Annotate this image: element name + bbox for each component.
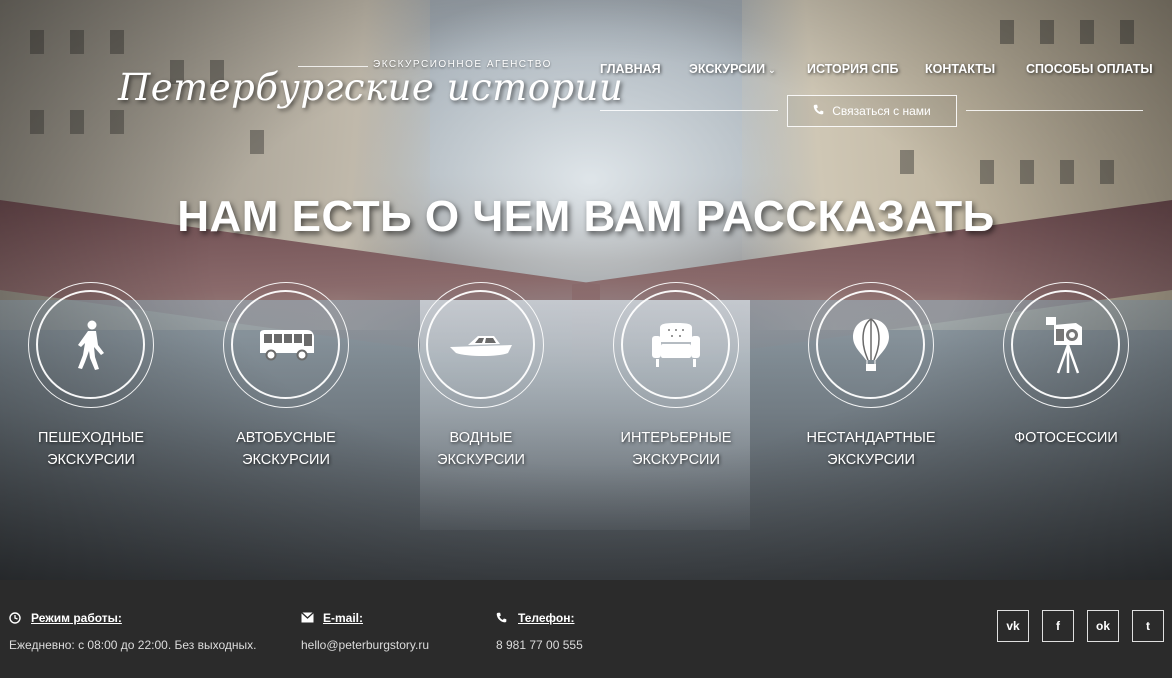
- category-bus[interactable]: АВТОБУСНЫЕ ЭКСКУРСИИ: [201, 282, 371, 471]
- vintage-camera-icon: [1045, 316, 1082, 373]
- footer-phone: Телефон: 8 981 77 00 555: [496, 611, 583, 652]
- category-label-line1: ВОДНЫЕ: [449, 430, 513, 446]
- chevron-down-icon: ⌄: [768, 65, 776, 75]
- category-label-line1: ПЕШЕХОДНЫЕ: [37, 430, 144, 446]
- email-title: E-mail:: [323, 611, 364, 625]
- hours-value: Ежедневно: с 08:00 до 22:00. Без выходны…: [9, 638, 257, 652]
- excursion-categories: ПЕШЕХОДНЫЕ ЭКСКУРСИИ АВТОБУСНЫЕ ЭКСКУРСИИ: [0, 282, 1172, 472]
- nav-item-home[interactable]: ГЛАВНАЯ: [600, 62, 661, 76]
- divider-line: [966, 110, 1143, 111]
- armchair-icon: [651, 322, 700, 367]
- category-label-line2: ЭКСКУРСИИ: [47, 452, 135, 468]
- twitter-icon: t: [1146, 619, 1150, 633]
- phone-icon: [496, 612, 508, 624]
- site-logo[interactable]: ЭКСКУРСИОННОЕ АГЕНСТВО Петербургские ист…: [118, 56, 623, 126]
- vk-icon: vk: [1006, 619, 1020, 633]
- category-label-line2: ЭКСКУРСИИ: [437, 452, 525, 468]
- category-ring: [28, 282, 154, 408]
- footer-email: E-mail: hello@peterburgstory.ru: [301, 611, 429, 652]
- category-label-line1: НЕСТАНДАРТНЫЕ: [806, 430, 936, 446]
- category-label-line1: АВТОБУСНЫЕ: [236, 430, 336, 446]
- category-ring: [223, 282, 349, 408]
- category-label-line2: ЭКСКУРСИИ: [827, 452, 915, 468]
- phone-icon: [813, 104, 824, 118]
- walking-person-icon: [77, 320, 104, 370]
- clock-icon: [9, 612, 21, 624]
- category-ring: [613, 282, 739, 408]
- contact-us-button[interactable]: Связаться с нами: [787, 95, 957, 127]
- category-label-line1: ИНТЕРЬЕРНЫЕ: [620, 430, 732, 446]
- category-ring: [418, 282, 544, 408]
- contact-us-label: Связаться с нами: [832, 104, 931, 118]
- nav-item-excursions[interactable]: ЭКСКУРСИИ ⌄: [689, 62, 776, 76]
- category-photoshoot[interactable]: ФОТОСЕССИИ: [981, 282, 1151, 449]
- nav-item-spb-history[interactable]: ИСТОРИЯ СПБ: [807, 62, 899, 76]
- vk-button[interactable]: vk: [997, 610, 1029, 642]
- category-ring: [1003, 282, 1129, 408]
- phone-title: Телефон:: [518, 611, 575, 625]
- bus-icon: [259, 329, 314, 360]
- category-walking[interactable]: ПЕШЕХОДНЫЕ ЭКСКУРСИИ: [6, 282, 176, 471]
- category-label-line1: ФОТОСЕССИИ: [1014, 430, 1118, 446]
- facebook-button[interactable]: f: [1042, 610, 1074, 642]
- contact-row: Связаться с нами: [600, 95, 1143, 127]
- category-water[interactable]: ВОДНЫЕ ЭКСКУРСИИ: [396, 282, 566, 471]
- odnoklassniki-button[interactable]: ok: [1087, 610, 1119, 642]
- category-unusual[interactable]: НЕСТАНДАРТНЫЕ ЭКСКУРСИИ: [786, 282, 956, 471]
- footer: Режим работы: Ежедневно: с 08:00 до 22:0…: [0, 580, 1172, 678]
- category-ring: [808, 282, 934, 408]
- hours-title: Режим работы:: [31, 611, 122, 625]
- category-label-line2: ЭКСКУРСИИ: [632, 452, 720, 468]
- email-value[interactable]: hello@peterburgstory.ru: [301, 638, 429, 652]
- hero-headline: НАМ ЕСТЬ О ЧЕМ ВАМ РАССКАЗАТЬ: [177, 192, 995, 241]
- facebook-icon: f: [1056, 619, 1060, 633]
- nav-item-payment-methods[interactable]: СПОСОБЫ ОПЛАТЫ: [1026, 62, 1153, 76]
- boat-icon: [449, 335, 512, 356]
- nav-item-contacts[interactable]: КОНТАКТЫ: [925, 62, 995, 76]
- odnoklassniki-icon: ok: [1095, 619, 1110, 633]
- category-interior[interactable]: ИНТЕРЬЕРНЫЕ ЭКСКУРСИИ: [591, 282, 761, 471]
- envelope-icon: [301, 612, 314, 624]
- category-label-line2: ЭКСКУРСИИ: [242, 452, 330, 468]
- footer-hours: Режим работы: Ежедневно: с 08:00 до 22:0…: [9, 611, 256, 652]
- logo-name: Петербургские истории: [118, 66, 624, 109]
- hot-air-balloon-icon: [852, 317, 889, 371]
- phone-value[interactable]: 8 981 77 00 555: [496, 638, 583, 652]
- twitter-button[interactable]: t: [1132, 610, 1164, 642]
- divider-line: [600, 110, 778, 111]
